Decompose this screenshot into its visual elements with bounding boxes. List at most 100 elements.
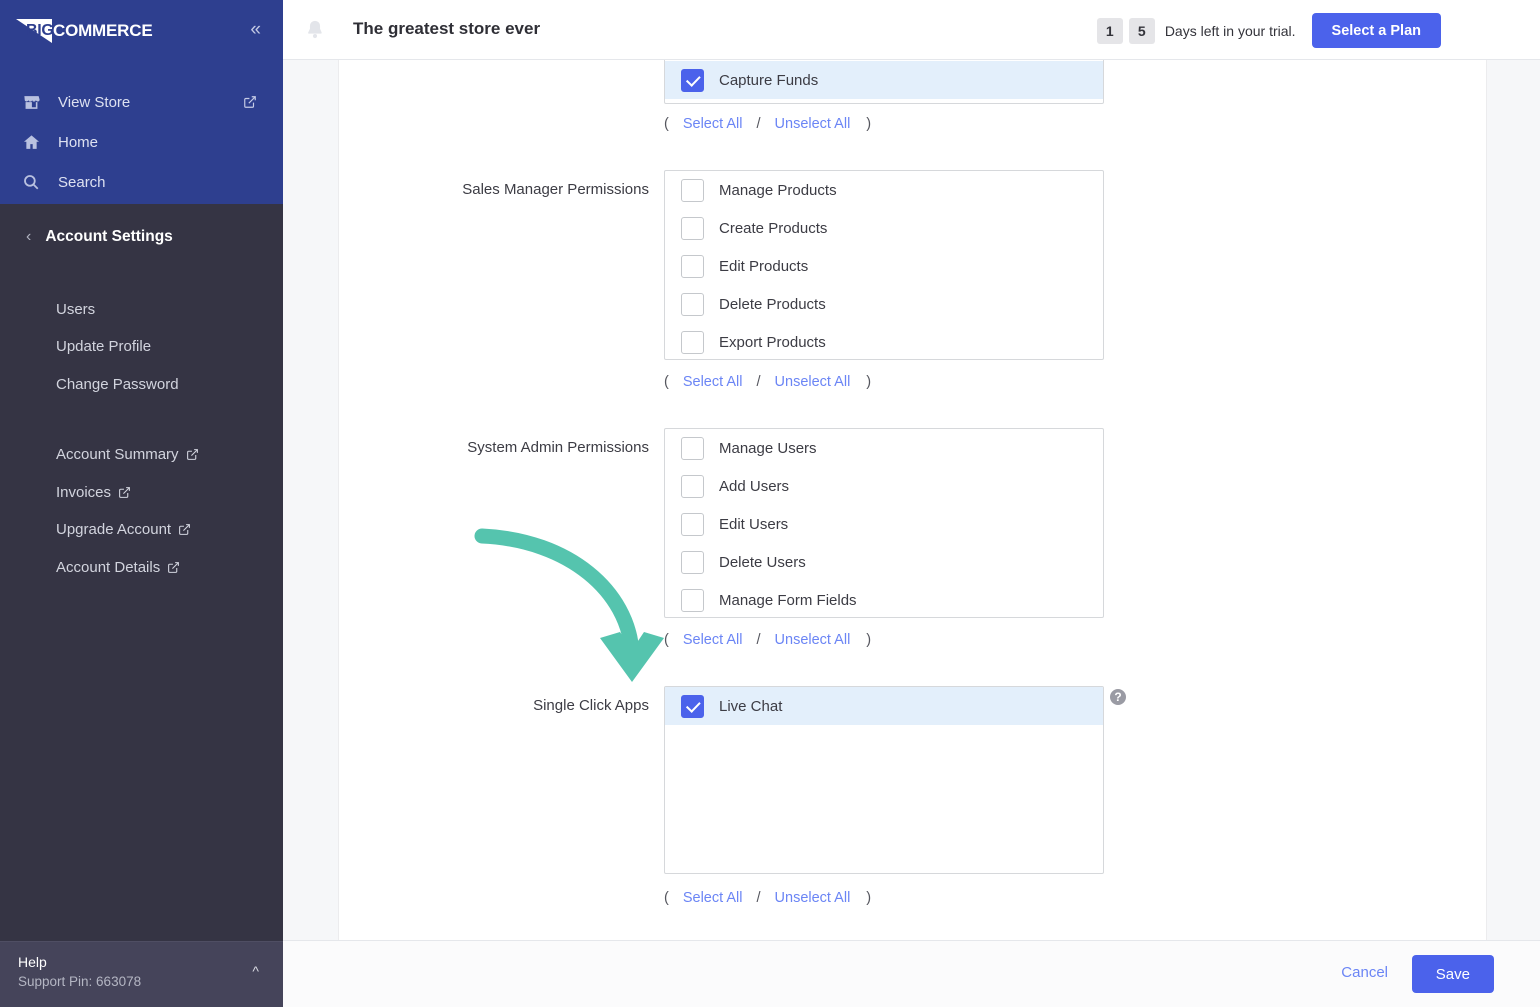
chevron-up-icon[interactable]: ^ — [252, 964, 259, 978]
option-row[interactable]: Edit Products — [665, 247, 1103, 285]
checkbox-create-products[interactable] — [681, 216, 704, 240]
sidebar-item-invoices[interactable]: Invoices — [0, 477, 283, 507]
select-links-group-0: ( Select All / Unselect All ) — [664, 116, 871, 132]
external-link-icon — [118, 486, 131, 499]
trial-status: 1 5 Days left in your trial. Select a Pl… — [1096, 13, 1540, 48]
bigcommerce-logo[interactable]: BIG COMMERCE — [16, 17, 153, 45]
checkbox-delete-products[interactable] — [681, 292, 704, 316]
option-row[interactable]: Manage Form Fields — [665, 581, 1103, 617]
option-row[interactable]: Manage Products — [665, 171, 1103, 209]
select-links-group-2: ( Select All / Unselect All ) — [664, 632, 871, 648]
trial-label: Days left in your trial. — [1164, 22, 1296, 39]
option-row[interactable]: Create Products — [665, 209, 1103, 247]
checkbox-add-users[interactable] — [681, 474, 704, 498]
single-click-apps-box: Live Chat — [664, 686, 1104, 874]
save-button[interactable]: Save — [1411, 955, 1494, 993]
checkbox-manage-products[interactable] — [681, 178, 704, 202]
option-label: Live Chat — [719, 697, 783, 715]
sidebar-section-title: Account Settings — [45, 228, 173, 245]
sidebar-item-upgrade-account[interactable]: Upgrade Account — [0, 514, 283, 544]
option-row[interactable]: Edit Users — [665, 505, 1103, 543]
sidebar-item-view-store[interactable]: View Store — [0, 82, 283, 122]
select-all-link[interactable]: Select All — [683, 890, 743, 906]
sidebar-item-label: Change Password — [56, 375, 179, 393]
links-divider: / — [756, 890, 761, 906]
option-label: Export Products — [719, 333, 826, 351]
paren-open: ( — [664, 632, 669, 648]
select-all-link[interactable]: Select All — [683, 374, 743, 390]
unselect-all-link[interactable]: Unselect All — [775, 632, 851, 648]
paren-open: ( — [664, 116, 669, 132]
option-label: Manage Form Fields — [719, 591, 857, 609]
option-row[interactable]: Manage Users — [665, 429, 1103, 467]
paren-close: ) — [866, 116, 872, 132]
sidebar-item-label: Invoices — [56, 483, 112, 501]
option-row[interactable]: Export Products — [665, 323, 1103, 359]
help-question-icon[interactable]: ? — [1110, 689, 1126, 705]
sidebar-item-users[interactable]: Users — [0, 294, 283, 324]
sidebar-item-label: Users — [56, 300, 96, 318]
unselect-all-link[interactable]: Unselect All — [775, 116, 851, 132]
sidebar-item-account-details[interactable]: Account Details — [0, 552, 283, 582]
checkbox-edit-users[interactable] — [681, 512, 704, 536]
sidebar-item-home[interactable]: Home — [0, 122, 283, 162]
checkbox-manage-form-fields[interactable] — [681, 588, 704, 612]
form-action-bar: Cancel Save — [283, 940, 1540, 1007]
store-icon — [22, 93, 46, 112]
unselect-all-link[interactable]: Unselect All — [775, 374, 851, 390]
option-label: Capture Funds — [719, 71, 819, 89]
help-panel-toggle[interactable]: Help Support Pin: 663078 ^ — [0, 941, 283, 1007]
notification-bell-icon[interactable] — [301, 16, 329, 44]
option-label: Edit Users — [719, 515, 789, 533]
sidebar-section-account-settings[interactable]: ‹ Account Settings — [0, 222, 283, 252]
left-sidebar: BIG COMMERCE « View Store Home Search ‹ … — [0, 0, 283, 1007]
option-label: Manage Products — [719, 181, 837, 199]
sidebar-item-label: Account Summary — [56, 445, 179, 463]
cancel-button[interactable]: Cancel — [1341, 964, 1388, 981]
checkbox-edit-products[interactable] — [681, 254, 704, 278]
option-row[interactable]: Live Chat — [665, 687, 1103, 725]
paren-close: ) — [866, 632, 872, 648]
content-scroll-area[interactable]: Capture Funds ( Select All / Unselect Al… — [283, 60, 1540, 940]
sidebar-item-label: Search — [58, 173, 106, 191]
sidebar-item-search[interactable]: Search — [0, 162, 283, 202]
select-a-plan-button[interactable]: Select a Plan — [1311, 13, 1441, 48]
option-label: Edit Products — [719, 257, 809, 275]
sidebar-item-label: Update Profile — [56, 337, 152, 355]
option-label: Add Users — [719, 477, 790, 495]
checkbox-live-chat[interactable] — [681, 694, 704, 718]
checkbox-delete-users[interactable] — [681, 550, 704, 574]
help-title: Help — [18, 954, 47, 970]
settings-panel: Capture Funds ( Select All / Unselect Al… — [338, 60, 1487, 940]
external-link-icon — [186, 448, 199, 461]
select-all-link[interactable]: Select All — [683, 116, 743, 132]
logo-wordmark: COMMERCE — [53, 21, 153, 40]
logo-triangle-icon: BIG — [16, 19, 54, 43]
top-header: The greatest store ever 1 5 Days left in… — [283, 0, 1540, 60]
sidebar-item-label: View Store — [58, 93, 131, 111]
sidebar-item-label: Account Details — [56, 558, 161, 576]
group-label-sales-manager: Sales Manager Permissions — [462, 181, 649, 198]
option-row[interactable]: Delete Products — [665, 285, 1103, 323]
chevron-double-left-icon[interactable]: « — [250, 20, 261, 39]
checkbox-export-products[interactable] — [681, 330, 704, 354]
unselect-all-link[interactable]: Unselect All — [775, 890, 851, 906]
select-links-group-3: ( Select All / Unselect All ) — [664, 890, 871, 906]
option-row[interactable]: Delete Users — [665, 543, 1103, 581]
permission-group-box: Manage Users Add Users Edit Users Delete… — [664, 428, 1104, 618]
sidebar-brand-region: BIG COMMERCE « View Store Home Search — [0, 0, 283, 204]
option-row[interactable]: Add Users — [665, 467, 1103, 505]
paren-open: ( — [664, 374, 669, 390]
external-link-icon — [243, 95, 257, 109]
checkbox-manage-users[interactable] — [681, 436, 704, 460]
sidebar-item-update-profile[interactable]: Update Profile — [0, 331, 283, 361]
sidebar-item-change-password[interactable]: Change Password — [0, 369, 283, 399]
paren-close: ) — [866, 890, 872, 906]
option-row[interactable]: Capture Funds — [665, 61, 1103, 99]
sidebar-item-label: Upgrade Account — [56, 520, 172, 538]
sidebar-item-account-summary[interactable]: Account Summary — [0, 439, 283, 469]
checkbox-capture-funds[interactable] — [681, 68, 704, 92]
select-all-link[interactable]: Select All — [683, 632, 743, 648]
permission-group-box: Manage Products Create Products Edit Pro… — [664, 170, 1104, 360]
links-divider: / — [756, 116, 761, 132]
